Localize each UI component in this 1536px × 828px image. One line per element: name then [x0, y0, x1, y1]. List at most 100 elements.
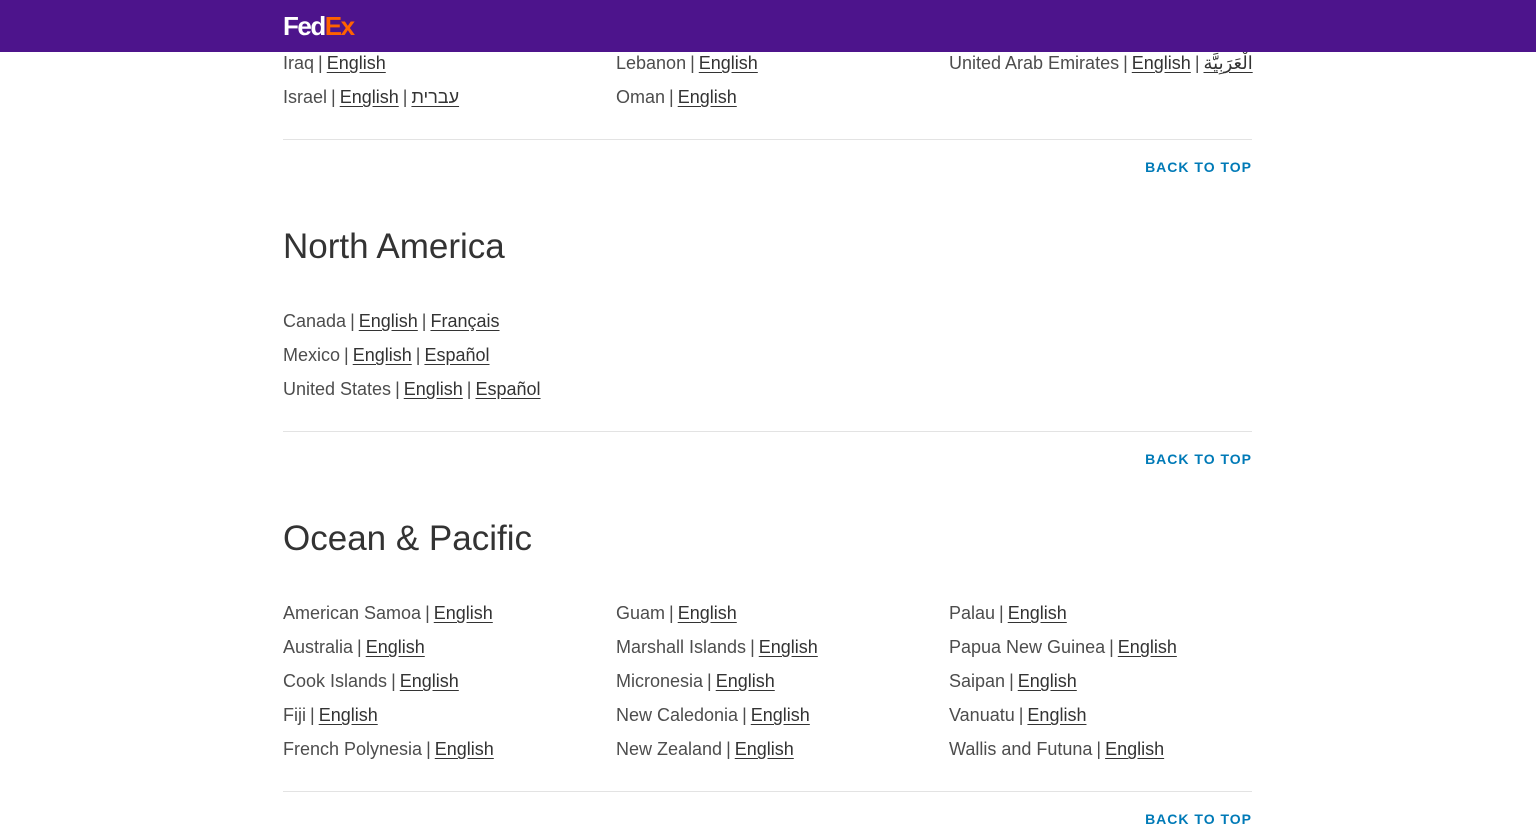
language-link[interactable]: English	[759, 637, 818, 657]
language-link[interactable]: Español	[424, 345, 489, 365]
language-link[interactable]: English	[1105, 739, 1164, 759]
language-link[interactable]: English	[1132, 53, 1191, 73]
language-link[interactable]: English	[751, 705, 810, 725]
language-link[interactable]: الْعَرَبِيَّة	[1204, 53, 1253, 73]
language-link[interactable]: English	[1008, 603, 1067, 623]
country-entry: Papua New Guinea | English	[949, 634, 1177, 660]
country-name: Israel	[283, 87, 328, 107]
language-link[interactable]: English	[1027, 705, 1086, 725]
back-to-top-link[interactable]: BACK TO TOP	[1145, 810, 1252, 828]
language-link[interactable]: English	[678, 603, 737, 623]
country-row: Fiji | English New Caledonia | English Vanua…	[283, 702, 1252, 728]
separator: |	[426, 739, 431, 759]
separator: |	[1009, 671, 1014, 691]
country-entry: Canada | English | Français	[283, 308, 500, 334]
language-link[interactable]: English	[699, 53, 758, 73]
country-name: Palau	[949, 603, 996, 623]
separator: |	[331, 87, 336, 107]
separator: |	[707, 671, 712, 691]
logo-fed-text: Fed	[283, 11, 326, 41]
separator: |	[402, 87, 408, 107]
country-row: Iraq | English Lebanon | English United Arab…	[283, 50, 1253, 76]
country-name: French Polynesia	[283, 739, 423, 759]
language-link[interactable]: English	[327, 53, 386, 73]
language-link[interactable]: Español	[475, 379, 540, 399]
back-to-top-link[interactable]: BACK TO TOP	[1145, 158, 1252, 176]
country-entry: Iraq | English	[283, 50, 386, 76]
separator: |	[1109, 637, 1114, 657]
country-name: Marshall Islands	[616, 637, 747, 657]
separator: |	[415, 345, 421, 365]
country-row: Israel | English | עברית Oman | English	[283, 84, 1252, 110]
country-entry: Saipan | English	[949, 668, 1077, 694]
country-name: Oman	[616, 87, 666, 107]
separator: |	[690, 53, 695, 73]
country-name: Guam	[616, 603, 666, 623]
country-row: American Samoa | English Guam | English Pala…	[283, 600, 1252, 626]
language-link[interactable]: English	[735, 739, 794, 759]
country-name: Mexico	[283, 345, 341, 365]
region-title-north-america: North America	[283, 227, 505, 266]
separator: |	[425, 603, 430, 623]
country-entry: Oman | English	[616, 84, 737, 110]
separator: |	[310, 705, 315, 725]
language-link[interactable]: English	[340, 87, 399, 107]
country-entry: Marshall Islands | English	[616, 634, 818, 660]
language-link[interactable]: English	[1118, 637, 1177, 657]
language-link[interactable]: English	[366, 637, 425, 657]
language-link[interactable]: English	[359, 311, 418, 331]
separator: |	[421, 311, 427, 331]
language-link[interactable]: English	[435, 739, 494, 759]
country-row: Canada | English | Français	[283, 308, 1252, 334]
separator: |	[726, 739, 731, 759]
top-nav-bar: FedEx	[0, 0, 1536, 52]
language-link[interactable]: English	[1018, 671, 1077, 691]
language-link[interactable]: עברית	[411, 87, 459, 107]
language-link[interactable]: English	[678, 87, 737, 107]
separator: |	[344, 345, 349, 365]
country-row: Mexico | English | Español	[283, 342, 1252, 368]
country-entry: United Arab Emirates | English | الْعَرَبِيَ…	[949, 50, 1253, 76]
language-link[interactable]: English	[400, 671, 459, 691]
country-entry: French Polynesia | English	[283, 736, 494, 762]
language-link[interactable]: English	[716, 671, 775, 691]
country-name: Saipan	[949, 671, 1006, 691]
language-link[interactable]: Français	[430, 311, 499, 331]
country-name: United States	[283, 379, 392, 399]
separator: |	[1123, 53, 1128, 73]
country-row: United States | English | Español	[283, 376, 1252, 402]
back-to-top-link[interactable]: BACK TO TOP	[1145, 450, 1252, 468]
separator: |	[1018, 705, 1024, 725]
language-link[interactable]: English	[404, 379, 463, 399]
separator: |	[669, 87, 674, 107]
logo-ex-text: Ex	[324, 11, 355, 41]
separator: |	[1096, 739, 1102, 759]
country-entry: Mexico | English | Español	[283, 342, 490, 368]
country-entry: Fiji | English	[283, 702, 378, 728]
country-name: United Arab Emirates	[949, 53, 1120, 73]
country-name: New Zealand	[616, 739, 723, 759]
country-name: Iraq	[283, 53, 315, 73]
section-divider	[283, 139, 1252, 140]
separator: |	[742, 705, 747, 725]
country-entry: Lebanon | English	[616, 50, 758, 76]
separator: |	[318, 53, 323, 73]
country-name: Lebanon	[616, 53, 687, 73]
country-entry: Micronesia | English	[616, 668, 775, 694]
country-entry: Guam | English	[616, 600, 737, 626]
language-link[interactable]: English	[434, 603, 493, 623]
separator: |	[466, 379, 472, 399]
country-name: Canada	[283, 311, 347, 331]
language-link[interactable]: English	[353, 345, 412, 365]
separator: |	[350, 311, 355, 331]
country-entry: Israel | English | עברית	[283, 84, 459, 110]
separator: |	[999, 603, 1004, 623]
country-entry: New Zealand | English	[616, 736, 794, 762]
fedex-logo[interactable]: FedEx	[283, 11, 355, 41]
language-link[interactable]: English	[319, 705, 378, 725]
country-entry: Cook Islands | English	[283, 668, 459, 694]
separator: |	[357, 637, 362, 657]
country-row: Australia | English Marshall Islands | Engli…	[283, 634, 1252, 660]
country-entry: Vanuatu | English	[949, 702, 1086, 728]
country-row: Cook Islands | English Micronesia | English …	[283, 668, 1252, 694]
